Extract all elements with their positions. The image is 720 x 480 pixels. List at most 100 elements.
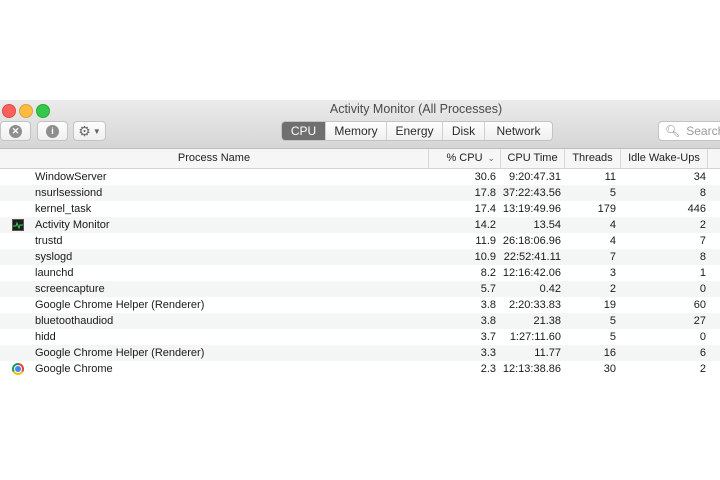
cell-threads: 19 bbox=[603, 299, 616, 311]
cell-cpu-time: 2:20:33.83 bbox=[509, 299, 561, 311]
cell-threads: 5 bbox=[609, 187, 616, 199]
cell-cpu-time: 22:52:41.11 bbox=[503, 251, 561, 263]
cell-threads: 16 bbox=[603, 347, 616, 359]
chevron-down-icon: ▼ bbox=[92, 126, 101, 136]
cell-cpu-percent: 10.9 bbox=[474, 251, 496, 263]
gear-icon: ⚙ bbox=[78, 123, 91, 139]
table-row[interactable]: Activity Monitor 14.2 13.54 4 2 bbox=[0, 217, 720, 233]
cell-threads: 7 bbox=[609, 251, 616, 263]
cell-cpu-percent: 3.8 bbox=[480, 299, 496, 311]
table-row[interactable]: Google Chrome Helper (Renderer) 3.8 2:20:3… bbox=[0, 297, 720, 313]
actions-menu-button[interactable]: ⚙ ▼ bbox=[73, 121, 106, 141]
cell-threads: 5 bbox=[609, 315, 616, 327]
cell-process-name: syslogd bbox=[35, 251, 73, 263]
title-bar: Activity Monitor (All Processes) ✕ i ⚙ ▼… bbox=[0, 100, 720, 149]
cell-cpu-percent: 14.2 bbox=[474, 219, 496, 231]
cell-process-name: bluetoothaudiod bbox=[35, 315, 114, 327]
table-row[interactable]: bluetoothaudiod 3.8 21.38 5 27 bbox=[0, 313, 720, 329]
cell-cpu-percent: 2.3 bbox=[480, 363, 496, 375]
cell-cpu-percent: 8.2 bbox=[480, 267, 496, 279]
table-row[interactable]: syslogd 10.9 22:52:41.11 7 8 bbox=[0, 249, 720, 265]
cell-cpu-time: 1:27:11.60 bbox=[509, 331, 561, 343]
cell-cpu-time: 9:20:47.31 bbox=[509, 171, 561, 183]
column-header-cpu-label: % CPU bbox=[446, 152, 483, 164]
cell-cpu-time: 21.38 bbox=[533, 315, 561, 327]
column-header-threads[interactable]: Threads bbox=[564, 149, 620, 168]
cell-cpu-percent: 17.8 bbox=[474, 187, 496, 199]
cell-process-name: trustd bbox=[35, 235, 63, 247]
cell-cpu-percent: 30.6 bbox=[474, 171, 496, 183]
tab-network[interactable]: Network bbox=[485, 122, 552, 140]
stop-x-icon: ✕ bbox=[9, 124, 22, 138]
sort-descending-icon: ⌄ bbox=[487, 153, 495, 163]
table-row[interactable]: trustd 11.9 26:18:06.96 4 7 bbox=[0, 233, 720, 249]
table-row[interactable]: WindowServer 30.6 9:20:47.31 11 34 bbox=[0, 169, 720, 185]
cell-process-name: Google Chrome Helper (Renderer) bbox=[35, 347, 205, 359]
cell-process-name: nsurlsessiond bbox=[35, 187, 103, 199]
cell-cpu-percent: 3.8 bbox=[480, 315, 496, 327]
cell-process-name: Google Chrome bbox=[35, 363, 113, 375]
cell-threads: 11 bbox=[604, 171, 616, 183]
cell-cpu-percent: 11.9 bbox=[475, 235, 496, 247]
cell-process-name: launchd bbox=[35, 267, 74, 279]
table-row[interactable]: nsurlsessiond 17.8 37:22:43.56 5 8 bbox=[0, 185, 720, 201]
column-header-idle-wake-ups[interactable]: Idle Wake-Ups bbox=[620, 149, 708, 168]
cell-threads: 4 bbox=[609, 219, 616, 231]
column-header-cpu[interactable]: % CPU ⌄ bbox=[428, 149, 500, 168]
cell-process-name: screencapture bbox=[35, 283, 105, 295]
table-row[interactable]: kernel_task 17.4 13:19:49.96 179 446 bbox=[0, 201, 720, 217]
cell-idle-wake-ups: 60 bbox=[693, 299, 706, 311]
tab-cpu[interactable]: CPU bbox=[282, 122, 326, 140]
cell-cpu-time: 12:13:38.86 bbox=[502, 363, 561, 375]
view-tab-bar: CPU Memory Energy Disk Network bbox=[281, 121, 553, 141]
tab-memory[interactable]: Memory bbox=[326, 122, 387, 140]
table-row[interactable]: launchd 8.2 12:16:42.06 3 1 bbox=[0, 265, 720, 281]
column-header-process-name[interactable]: Process Name bbox=[0, 149, 428, 168]
column-header-cpu-time[interactable]: CPU Time bbox=[500, 149, 564, 168]
cell-cpu-percent: 3.7 bbox=[480, 331, 496, 343]
cell-idle-wake-ups: 2 bbox=[699, 219, 706, 231]
tab-disk[interactable]: Disk bbox=[443, 122, 485, 140]
cell-cpu-time: 11.77 bbox=[534, 347, 561, 359]
cell-idle-wake-ups: 6 bbox=[699, 347, 706, 359]
cell-process-name: WindowServer bbox=[35, 171, 107, 183]
table-row[interactable]: hidd 3.7 1:27:11.60 5 0 bbox=[0, 329, 720, 345]
cell-idle-wake-ups: 34 bbox=[693, 171, 706, 183]
cell-cpu-time: 13.54 bbox=[533, 219, 561, 231]
cell-cpu-time: 26:18:06.96 bbox=[502, 235, 561, 247]
cell-cpu-time: 12:16:42.06 bbox=[502, 267, 561, 279]
inspect-process-button[interactable]: i bbox=[37, 121, 68, 141]
stop-process-button[interactable]: ✕ bbox=[0, 121, 31, 141]
search-placeholder: Search bbox=[686, 124, 720, 138]
cell-idle-wake-ups: 446 bbox=[687, 203, 706, 215]
search-field[interactable]: 🔍︎ Search bbox=[658, 121, 720, 141]
cell-cpu-percent: 5.7 bbox=[480, 283, 496, 295]
cell-idle-wake-ups: 0 bbox=[699, 331, 706, 343]
activity-monitor-window: Activity Monitor (All Processes) ✕ i ⚙ ▼… bbox=[0, 100, 720, 380]
cell-cpu-percent: 3.3 bbox=[480, 347, 496, 359]
tab-energy[interactable]: Energy bbox=[387, 122, 443, 140]
table-row[interactable]: Google Chrome 2.3 12:13:38.86 30 2 bbox=[0, 361, 720, 377]
chrome-icon bbox=[12, 363, 24, 375]
cell-threads: 2 bbox=[609, 283, 616, 295]
cell-cpu-time: 0.42 bbox=[539, 283, 561, 295]
cell-process-name: Activity Monitor bbox=[35, 219, 110, 231]
cell-threads: 3 bbox=[609, 267, 616, 279]
cell-threads: 30 bbox=[603, 363, 616, 375]
info-icon: i bbox=[46, 124, 59, 138]
cell-threads: 4 bbox=[609, 235, 616, 247]
process-table: WindowServer 30.6 9:20:47.31 11 34 nsurlsessi… bbox=[0, 169, 720, 377]
cell-idle-wake-ups: 8 bbox=[699, 187, 706, 199]
table-row[interactable]: Google Chrome Helper (Renderer) 3.3 11.77 1… bbox=[0, 345, 720, 361]
cell-idle-wake-ups: 27 bbox=[693, 315, 706, 327]
cell-cpu-time: 37:22:43.56 bbox=[502, 187, 561, 199]
search-icon: 🔍︎ bbox=[665, 124, 681, 138]
cell-process-name: hidd bbox=[35, 331, 56, 343]
activity-monitor-icon bbox=[12, 219, 24, 231]
cell-threads: 5 bbox=[609, 331, 616, 343]
cell-idle-wake-ups: 2 bbox=[699, 363, 706, 375]
cell-idle-wake-ups: 1 bbox=[699, 267, 706, 279]
cell-idle-wake-ups: 0 bbox=[699, 283, 706, 295]
cell-threads: 179 bbox=[597, 203, 616, 215]
table-row[interactable]: screencapture 5.7 0.42 2 0 bbox=[0, 281, 720, 297]
